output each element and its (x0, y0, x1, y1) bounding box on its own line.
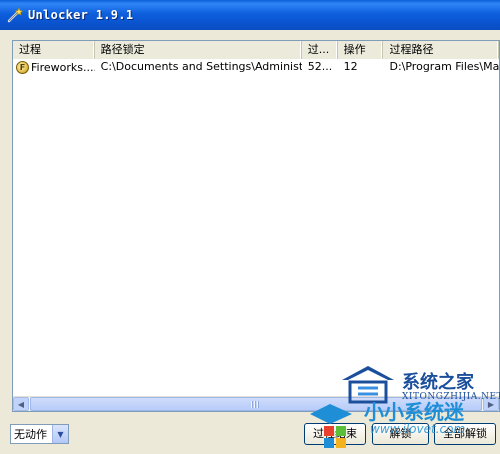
watermark-url: www.ilovet.com (370, 422, 466, 436)
grip-icon (251, 401, 260, 408)
table-row[interactable]: F Fireworks.... C:\Documents and Setting… (13, 59, 499, 76)
process-path-cell: D:\Program Files\Macromedia\Fireworks (389, 60, 499, 73)
process-name: Fireworks.... (31, 60, 95, 74)
column-header-pid[interactable]: 过... (301, 41, 338, 59)
title-bar[interactable]: Unlocker 1.9.1 (0, 0, 500, 30)
pid-cell: 52... (307, 60, 333, 73)
windows-flag-icon (310, 404, 352, 448)
handle-cell: 12 (343, 60, 358, 73)
column-header-process[interactable]: 过程 (13, 41, 95, 59)
path-locked-cell: C:\Documents and Settings\Administrat... (100, 60, 302, 73)
watermark-site-name: 系统之家 (402, 372, 474, 393)
chevron-down-icon[interactable]: ▼ (52, 425, 68, 443)
process-cell: F Fireworks.... (13, 59, 95, 76)
action-select[interactable]: 无动作 ▼ (10, 424, 69, 444)
locked-handles-list[interactable]: 过程 路径锁定 过... 操作 过程路径 F Fireworks.... C:\… (12, 40, 500, 412)
window-title: Unlocker 1.9.1 (28, 8, 134, 22)
watermark-xiaoxiao: 小小系统迷 www.ilovet.com (300, 392, 500, 454)
scroll-left-arrow-icon[interactable]: ◀ (13, 397, 29, 411)
fireworks-icon: F (16, 61, 29, 74)
column-header-handle[interactable]: 操作 (337, 41, 384, 59)
column-header-process-path[interactable]: 过程路径 (383, 41, 499, 59)
column-header-path-locked[interactable]: 路径锁定 (94, 41, 302, 59)
magic-wand-icon (4, 4, 26, 26)
action-select-value: 无动作 (14, 428, 47, 441)
unlocker-window: Unlocker 1.9.1 过程 路径锁定 过... 操作 过程路径 F Fi… (0, 0, 500, 454)
list-header: 过程 路径锁定 过... 操作 过程路径 (13, 41, 499, 59)
watermark-site-name-2: 小小系统迷 (364, 400, 464, 424)
